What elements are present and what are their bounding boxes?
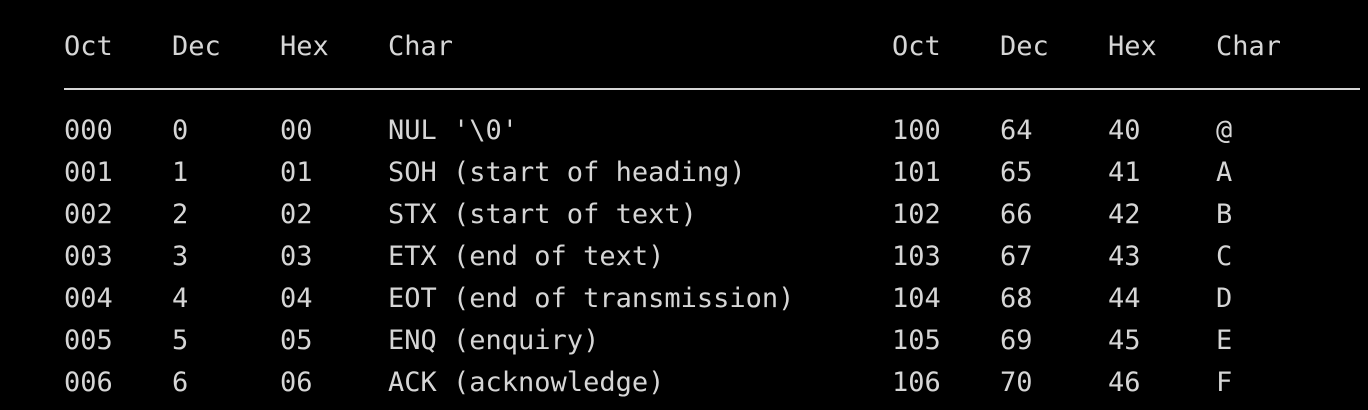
dec-cell: 67 <box>1000 241 1033 272</box>
header-hex-right: Hex <box>1108 31 1157 62</box>
char-cell: @ <box>1216 115 1233 146</box>
table-row: 005 5 05 ENQ (enquiry) 105 69 45 E <box>0 320 1368 362</box>
oct-cell: 002 <box>64 199 113 230</box>
terminal-window: Oct Dec Hex Char Oct Dec Hex Char 000 0 … <box>0 0 1368 410</box>
header-oct-left: Oct <box>64 31 113 62</box>
hex-cell: 06 <box>280 367 313 398</box>
oct-cell: 006 <box>64 367 113 398</box>
oct-cell: 103 <box>892 241 941 272</box>
char-cell: STX (start of text) <box>388 199 697 230</box>
table-row: 006 6 06 ACK (acknowledge) 106 70 46 F <box>0 362 1368 404</box>
char-cell: ACK (acknowledge) <box>388 367 665 398</box>
dec-cell: 2 <box>172 199 189 230</box>
table-header-row: Oct Dec Hex Char Oct Dec Hex Char <box>0 26 1368 68</box>
dec-cell: 69 <box>1000 325 1033 356</box>
dec-cell: 64 <box>1000 115 1033 146</box>
oct-cell: 101 <box>892 157 941 188</box>
char-cell: A <box>1216 157 1233 188</box>
char-cell: ENQ (enquiry) <box>388 325 600 356</box>
dec-cell: 68 <box>1000 283 1033 314</box>
hex-cell: 41 <box>1108 157 1141 188</box>
char-cell: E <box>1216 325 1233 356</box>
char-cell: B <box>1216 199 1233 230</box>
oct-cell: 102 <box>892 199 941 230</box>
hex-cell: 04 <box>280 283 313 314</box>
dec-cell: 0 <box>172 115 189 146</box>
char-cell: D <box>1216 283 1233 314</box>
header-dec-left: Dec <box>172 31 221 62</box>
hex-cell: 46 <box>1108 367 1141 398</box>
char-cell: ETX (end of text) <box>388 241 665 272</box>
table-row: 000 0 00 NUL '\0' 100 64 40 @ <box>0 110 1368 152</box>
oct-cell: 005 <box>64 325 113 356</box>
char-cell: SOH (start of heading) <box>388 157 746 188</box>
hex-cell: 02 <box>280 199 313 230</box>
char-cell: C <box>1216 241 1233 272</box>
header-dec-right: Dec <box>1000 31 1049 62</box>
header-hex-left: Hex <box>280 31 329 62</box>
hex-cell: 40 <box>1108 115 1141 146</box>
hex-cell: 01 <box>280 157 313 188</box>
hex-cell: 03 <box>280 241 313 272</box>
hex-cell: 45 <box>1108 325 1141 356</box>
table-row: 001 1 01 SOH (start of heading) 101 65 4… <box>0 152 1368 194</box>
oct-cell: 104 <box>892 283 941 314</box>
char-cell: EOT (end of transmission) <box>388 283 795 314</box>
dec-cell: 1 <box>172 157 189 188</box>
dec-cell: 3 <box>172 241 189 272</box>
dec-cell: 6 <box>172 367 189 398</box>
hex-cell: 42 <box>1108 199 1141 230</box>
table-row: 003 3 03 ETX (end of text) 103 67 43 C <box>0 236 1368 278</box>
oct-cell: 001 <box>64 157 113 188</box>
char-cell: F <box>1216 367 1233 398</box>
hex-cell: 44 <box>1108 283 1141 314</box>
dec-cell: 66 <box>1000 199 1033 230</box>
char-cell: NUL '\0' <box>388 115 519 146</box>
oct-cell: 003 <box>64 241 113 272</box>
oct-cell: 004 <box>64 283 113 314</box>
header-divider <box>64 88 1360 90</box>
oct-cell: 105 <box>892 325 941 356</box>
oct-cell: 000 <box>64 115 113 146</box>
oct-cell: 100 <box>892 115 941 146</box>
dec-cell: 70 <box>1000 367 1033 398</box>
header-oct-right: Oct <box>892 31 941 62</box>
table-row: 004 4 04 EOT (end of transmission) 104 6… <box>0 278 1368 320</box>
hex-cell: 00 <box>280 115 313 146</box>
dec-cell: 4 <box>172 283 189 314</box>
hex-cell: 43 <box>1108 241 1141 272</box>
header-char-left: Char <box>388 31 454 62</box>
dec-cell: 65 <box>1000 157 1033 188</box>
hex-cell: 05 <box>280 325 313 356</box>
header-char-right: Char <box>1216 31 1282 62</box>
table-row: 002 2 02 STX (start of text) 102 66 42 B <box>0 194 1368 236</box>
dec-cell: 5 <box>172 325 189 356</box>
oct-cell: 106 <box>892 367 941 398</box>
